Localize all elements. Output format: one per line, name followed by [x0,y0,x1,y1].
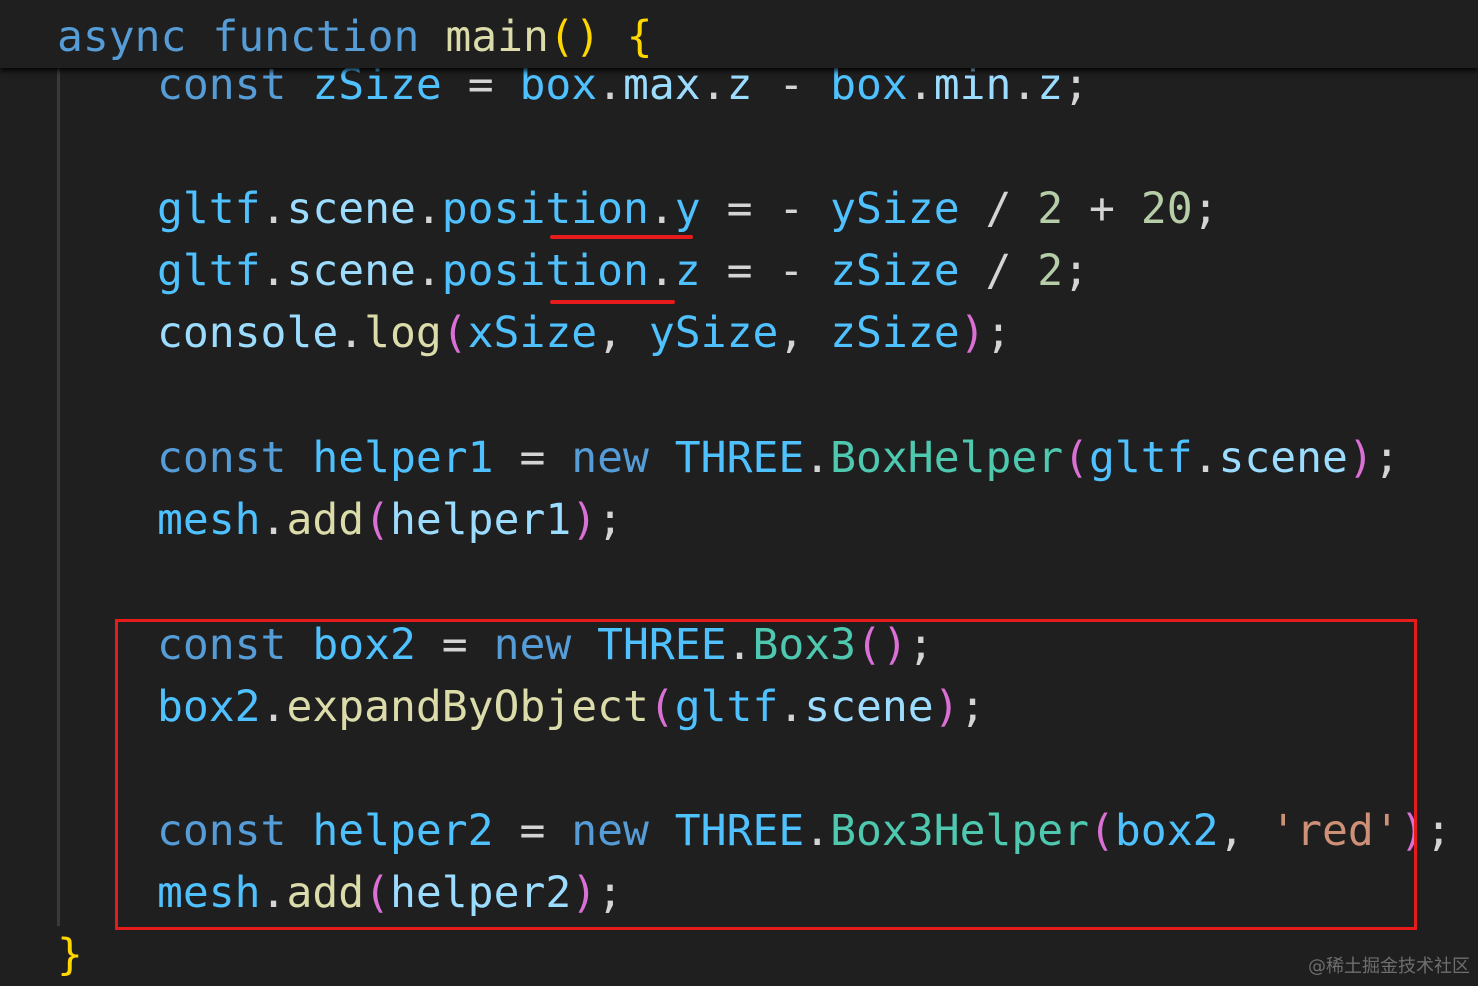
token-bracket: ( [441,308,468,358]
watermark: @稀土掘金技术社区 [1308,956,1470,977]
token-function: log [364,308,442,358]
token-number: 2 [1037,246,1064,296]
token-number: 2 [1037,184,1064,234]
code-editor[interactable]: const zSize = box.max.z - box.min.z; glt… [0,0,1478,984]
code-line-position-z: gltf.scene.position.z = - zSize / 2; [0,240,1089,302]
token-punct: . [648,184,675,234]
token-property: scene [286,184,416,234]
token-property: position [441,184,649,234]
token-operator: = [726,246,753,296]
token-bracket: { [626,12,653,62]
token-function: main [445,12,549,62]
token-keyword: new [571,433,649,483]
token-punct: . [338,308,365,358]
token-operator: + [1089,184,1115,234]
token-operator: / [985,184,1012,234]
token-property: position [441,246,649,296]
code-line-add-helper1: mesh.add(helper1); [0,489,623,551]
token-operator: - [778,246,805,296]
token-variable: ySize [648,308,779,358]
token-punct: ; [1192,184,1219,234]
token-punct: . [260,184,287,234]
token-punct: , [778,308,805,358]
token-keyword: async [57,12,187,62]
token-bracket: ( [1063,433,1090,483]
highlight-annotation-box [115,619,1417,930]
token-keyword: const [157,433,287,483]
token-variable: zSize [830,246,960,296]
code-line-console-log: console.log(xSize, ySize, zSize); [0,302,1011,364]
token-punct: . [260,495,287,545]
token-variable: mesh [157,495,261,545]
token-variable: zSize [830,308,960,358]
token-punct: ; [597,495,624,545]
sticky-scroll-header[interactable]: async function main() { [0,0,1478,68]
underline-annotation-z [550,300,675,304]
code-line-closing-brace: } [0,924,83,986]
token-bracket: ) [571,495,598,545]
token-punct: . [1192,433,1219,483]
code-line-helper1: const helper1 = new THREE.BoxHelper(gltf… [0,427,1400,489]
token-punct: ; [1373,433,1400,483]
token-namespace: THREE [674,433,805,483]
token-operator: = [726,184,753,234]
token-keyword: function [212,12,420,62]
token-punct: , [597,308,624,358]
token-punct: ; [1425,806,1452,856]
token-bracket: ) [1347,433,1374,483]
token-operator: - [778,184,805,234]
token-punct: ; [1063,246,1090,296]
code-line-position-y: gltf.scene.position.y = - ySize / 2 + 20… [0,178,1219,240]
token-bracket: } [57,930,83,980]
token-variable: helper1 [312,433,494,483]
token-variable: gltf [1089,433,1193,483]
token-variable: ySize [830,184,960,234]
token-operator: / [985,246,1012,296]
token-bracket: ( [364,495,391,545]
token-punct: . [260,246,287,296]
token-variable: helper1 [390,495,572,545]
token-property: z [674,246,701,296]
token-punct: . [415,184,442,234]
token-punct: . [804,433,831,483]
token-variable: console [157,308,339,358]
token-property: y [674,184,701,234]
token-punct: . [648,246,675,296]
token-property: scene [1218,433,1348,483]
token-property: scene [286,246,416,296]
underline-annotation-y [550,235,693,239]
token-operator: = [519,433,546,483]
token-variable: gltf [157,184,261,234]
token-class: BoxHelper [830,433,1064,483]
token-function: add [286,495,365,545]
code-line-function-signature: async function main() { [0,6,652,68]
token-punct: ; [985,308,1012,358]
token-bracket: () [548,12,601,62]
token-variable: xSize [467,308,598,358]
token-punct: . [415,246,442,296]
token-number: 20 [1140,184,1193,234]
token-variable: gltf [157,246,261,296]
token-bracket: ) [959,308,986,358]
